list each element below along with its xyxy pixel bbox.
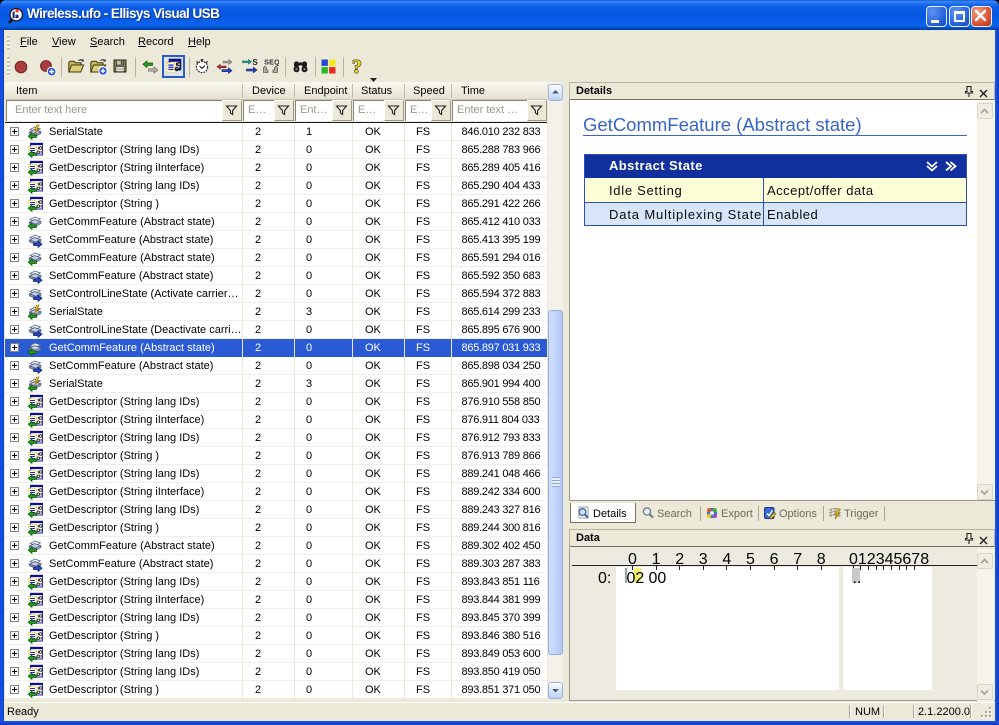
svg-text:S: S (252, 58, 258, 67)
svg-text:?: ? (352, 56, 362, 77)
svg-text:SEQ: SEQ (264, 60, 279, 67)
